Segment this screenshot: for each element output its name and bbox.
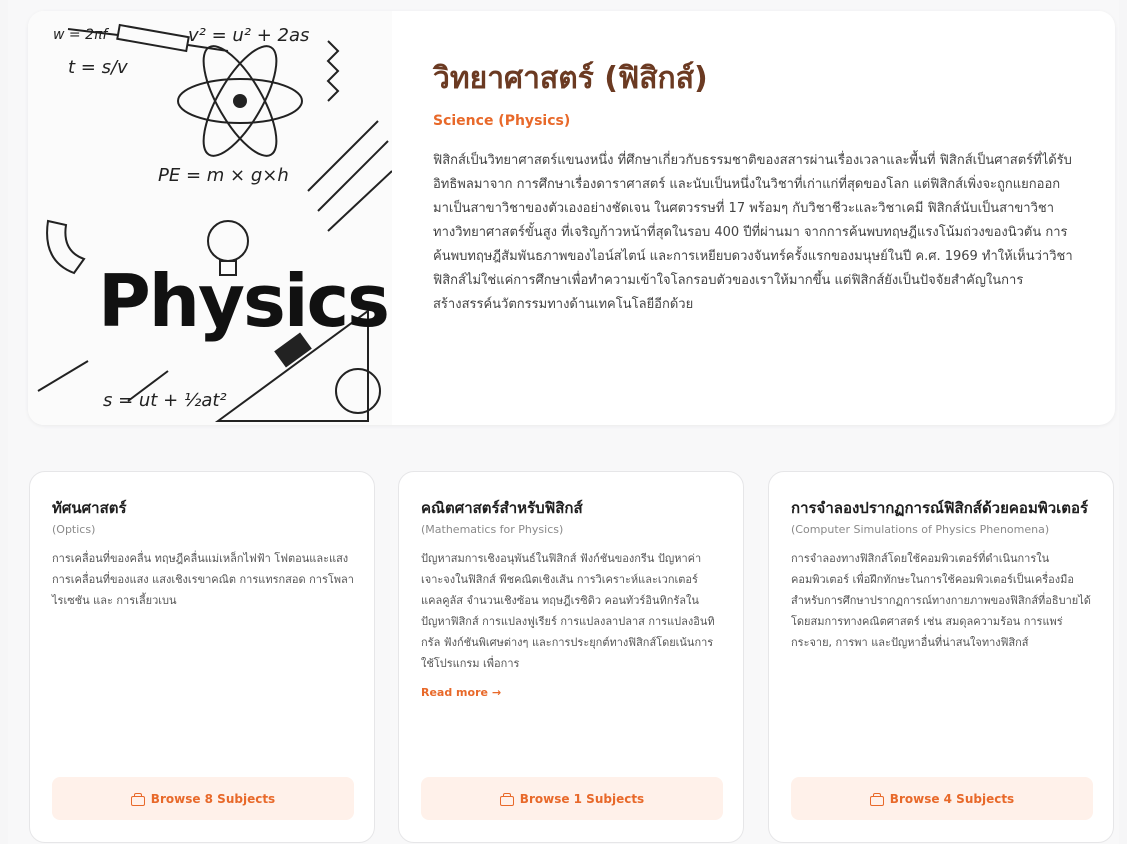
svg-text:s = ut + ½at²: s = ut + ½at² — [103, 390, 227, 411]
card-subtitle: (Computer Simulations of Physics Phenome… — [791, 523, 1050, 536]
card-subtitle: (Optics) — [52, 523, 96, 536]
page-subtitle: Science (Physics) — [433, 113, 571, 129]
svg-text:PE = m × g×h: PE = m × g×h — [158, 165, 289, 186]
subject-card-optics: ทัศนศาสตร์ (Optics) การเคลื่อนที่ของคลื่… — [29, 471, 375, 843]
card-title: ทัศนศาสตร์ — [52, 499, 127, 517]
briefcase-icon — [869, 792, 884, 806]
browse-subjects-label: Browse 1 Subjects — [519, 791, 645, 806]
browse-subjects-button[interactable]: Browse 4 Subjects — [791, 777, 1093, 820]
card-description: ปัญหาสมการเชิงอนุพันธ์ในฟิสิกส์ ฟังก์ชัน… — [421, 552, 715, 670]
card-title: การจำลองปรากฏการณ์ฟิสิกส์ด้วยคอมพิวเตอร์ — [791, 499, 1089, 517]
subject-card-computer-simulations: การจำลองปรากฏการณ์ฟิสิกส์ด้วยคอมพิวเตอร์… — [768, 471, 1114, 843]
card-subtitle: (Mathematics for Physics) — [421, 523, 564, 536]
browse-subjects-button[interactable]: Browse 8 Subjects — [52, 777, 354, 820]
briefcase-icon — [130, 792, 145, 806]
briefcase-icon — [499, 792, 514, 806]
hero-description: ฟิสิกส์เป็นวิทยาศาสตร์แขนงหนึ่ง ที่ศึกษา… — [433, 153, 1073, 312]
browse-subjects-label: Browse 8 Subjects — [150, 791, 276, 806]
page-title: วิทยาศาสตร์ (ฟิสิกส์) — [433, 61, 708, 96]
svg-text:Physics: Physics — [98, 259, 388, 343]
svg-text:w = 2πf: w = 2πf — [53, 27, 109, 43]
card-description: การจำลองทางฟิสิกส์โดยใช้คอมพิวเตอร์ที่ดำ… — [791, 552, 1091, 649]
read-more-link[interactable]: Read more → — [421, 686, 501, 699]
read-more-label: Read more — [421, 686, 488, 699]
hero-card: v² = u² + 2as t = s/v w = 2πf PE = m × g… — [28, 11, 1115, 425]
hero-content: วิทยาศาสตร์ (ฟิสิกส์) Science (Physics) … — [433, 59, 1073, 317]
card-title: คณิตศาสตร์สำหรับฟิสิกส์ — [421, 499, 583, 517]
subject-card-mathematics: คณิตศาสตร์สำหรับฟิสิกส์ (Mathematics for… — [398, 471, 744, 843]
card-description: การเคลื่อนที่ของคลื่น ทฤษฎีคลื่นแม่เหล็ก… — [52, 552, 354, 607]
arrow-right-icon: → — [491, 686, 502, 699]
browse-subjects-label: Browse 4 Subjects — [889, 791, 1015, 806]
browse-subjects-button[interactable]: Browse 1 Subjects — [421, 777, 723, 820]
physics-doodle-image: v² = u² + 2as t = s/v w = 2πf PE = m × g… — [28, 11, 392, 425]
svg-text:v² = u² + 2as: v² = u² + 2as — [188, 25, 309, 46]
svg-text:t = s/v: t = s/v — [68, 57, 128, 78]
